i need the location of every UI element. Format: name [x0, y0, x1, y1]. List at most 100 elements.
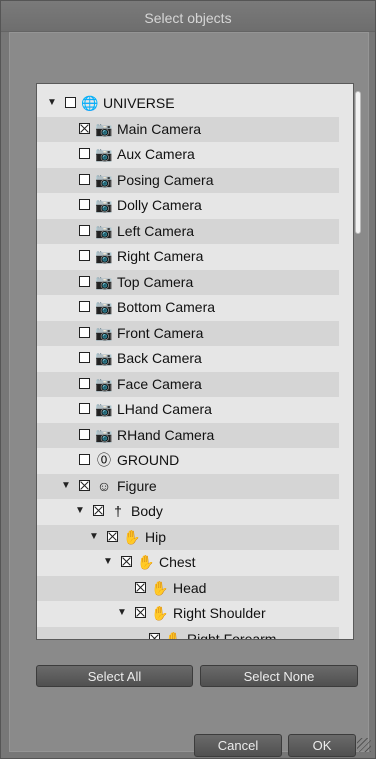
- resize-grip-icon[interactable]: [357, 738, 371, 752]
- tree-row[interactable]: 📷 RHand Camera: [37, 422, 339, 448]
- tree-row[interactable]: 📷 Front Camera: [37, 320, 339, 346]
- tree-row[interactable]: 📷 Dolly Camera: [37, 193, 339, 218]
- row-label: Body: [131, 503, 163, 519]
- tree-row[interactable]: 📷 Right Camera: [37, 244, 339, 269]
- row-label: Main Camera: [117, 120, 202, 137]
- bodypart-icon: ✋: [151, 605, 169, 621]
- camera-icon: 📷: [95, 324, 113, 341]
- camera-icon: 📷: [95, 120, 113, 137]
- select-none-button[interactable]: Select None: [200, 665, 358, 687]
- row-label: Posing Camera: [117, 171, 214, 188]
- expand-arrow-icon[interactable]: ▼: [75, 504, 87, 518]
- expand-arrow-icon[interactable]: ▼: [89, 530, 101, 544]
- dialog-title: Select objects: [144, 10, 232, 26]
- ground-icon: ⓪: [97, 452, 111, 468]
- row-checkbox[interactable]: [135, 581, 146, 593]
- row-label: Dolly Camera: [117, 197, 202, 213]
- row-checkbox[interactable]: [79, 428, 90, 440]
- row-checkbox[interactable]: [79, 479, 90, 491]
- row-checkbox[interactable]: [135, 607, 146, 618]
- tree-row[interactable]: 📷 Left Camera: [37, 218, 339, 244]
- camera-icon: 📷: [95, 401, 113, 417]
- camera-icon: 📷: [95, 197, 113, 213]
- row-label: Figure: [117, 477, 157, 494]
- row-checkbox[interactable]: [79, 403, 90, 414]
- camera-icon: 📷: [95, 222, 113, 239]
- expand-arrow-icon[interactable]: ▼: [103, 555, 115, 569]
- row-checkbox[interactable]: [79, 199, 90, 210]
- tree-scrollbar[interactable]: [355, 91, 361, 234]
- row-label: Face Camera: [117, 375, 202, 392]
- tree-row[interactable]: 📷 Posing Camera: [37, 167, 339, 193]
- camera-icon: 📷: [95, 273, 113, 290]
- row-checkbox[interactable]: [79, 326, 90, 338]
- row-checkbox[interactable]: [107, 530, 118, 542]
- row-checkbox[interactable]: [79, 122, 90, 134]
- row-checkbox[interactable]: [79, 352, 90, 363]
- tree-row[interactable]: 📷 Aux Camera: [37, 142, 339, 167]
- row-label: Hip: [145, 528, 167, 545]
- row-checkbox[interactable]: [79, 377, 90, 389]
- camera-icon: 📷: [95, 248, 113, 264]
- expand-arrow-icon[interactable]: ▼: [47, 96, 59, 110]
- tree-row[interactable]: 📷 Main Camera: [37, 116, 339, 142]
- camera-icon: 📷: [95, 146, 113, 162]
- camera-icon: 📷: [95, 299, 113, 315]
- camera-icon: 📷: [95, 375, 113, 392]
- row-checkbox[interactable]: [149, 632, 160, 639]
- row-checkbox[interactable]: [79, 148, 90, 159]
- select-objects-dialog: Select objects ▼ 🌐 UNIVERSE 📷 Main Camera 📷 Au…: [0, 0, 376, 759]
- row-label: Bottom Camera: [117, 299, 216, 315]
- title-bar[interactable]: Select objects: [1, 1, 375, 32]
- bodypart-icon: ✋: [151, 579, 169, 596]
- tree-row[interactable]: ▼ 🌐 UNIVERSE: [37, 91, 339, 116]
- tree-row[interactable]: ▼ ✋ Hip: [37, 524, 339, 550]
- row-checkbox[interactable]: [79, 250, 90, 261]
- row-label: Left Camera: [117, 222, 195, 239]
- row-label: Aux Camera: [117, 146, 195, 162]
- row-label: LHand Camera: [117, 401, 212, 417]
- row-checkbox[interactable]: [65, 97, 76, 108]
- row-checkbox[interactable]: [79, 224, 90, 236]
- camera-icon: 📷: [95, 350, 113, 366]
- tree-row[interactable]: ▼ ✋ Right Shoulder: [37, 601, 339, 626]
- tree-row[interactable]: 📷 Face Camera: [37, 371, 339, 397]
- tree-row[interactable]: ▼ ☺ Figure: [37, 473, 339, 499]
- row-checkbox[interactable]: [121, 556, 132, 567]
- camera-icon: 📷: [95, 171, 113, 188]
- row-checkbox[interactable]: [79, 454, 90, 465]
- bodypart-icon: ✋: [123, 528, 141, 545]
- row-checkbox[interactable]: [93, 505, 104, 516]
- select-all-button[interactable]: Select All: [36, 665, 193, 687]
- tree-row[interactable]: 📷 Bottom Camera: [37, 295, 339, 320]
- tree-row[interactable]: ✋ Head: [37, 575, 339, 601]
- ok-button[interactable]: OK: [288, 734, 356, 757]
- tree-row[interactable]: ▼ ✋ Chest: [37, 550, 339, 575]
- expand-arrow-icon[interactable]: ▼: [117, 606, 129, 620]
- row-label: Back Camera: [117, 350, 202, 366]
- row-checkbox[interactable]: [79, 173, 90, 185]
- globe-icon: 🌐: [81, 95, 99, 111]
- row-checkbox[interactable]: [79, 301, 90, 312]
- row-label: Right Camera: [117, 248, 204, 264]
- row-label: Chest: [159, 554, 196, 570]
- row-label: GROUND: [117, 452, 180, 468]
- tree-row[interactable]: ✋ Right Forearm: [37, 626, 339, 640]
- body-icon: †: [114, 503, 122, 519]
- row-label: Right Forearm: [187, 630, 277, 640]
- tree-row[interactable]: 📷 Back Camera: [37, 346, 339, 371]
- expand-arrow-icon[interactable]: ▼: [61, 479, 73, 493]
- tree-row[interactable]: 📷 Top Camera: [37, 269, 339, 295]
- row-checkbox[interactable]: [79, 275, 90, 287]
- object-tree[interactable]: ▼ 🌐 UNIVERSE 📷 Main Camera 📷 Aux Camera 📷 Posing…: [36, 83, 354, 640]
- tree-row[interactable]: ▼ † Body: [37, 499, 339, 524]
- bodypart-icon: ✋: [165, 630, 183, 640]
- camera-icon: 📷: [95, 426, 113, 443]
- tree-row[interactable]: ⓪ GROUND: [37, 448, 339, 473]
- bodypart-icon: ✋: [137, 554, 155, 570]
- cancel-button[interactable]: Cancel: [194, 734, 282, 757]
- figure-icon: ☺: [96, 477, 112, 494]
- tree-row[interactable]: 📷 LHand Camera: [37, 397, 339, 422]
- row-label: Front Camera: [117, 324, 204, 341]
- row-label: Head: [173, 579, 207, 596]
